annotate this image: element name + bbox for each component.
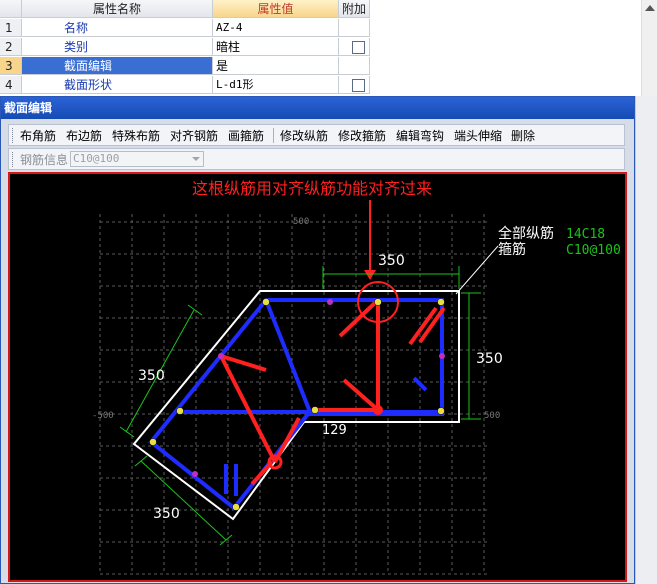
row-number: 3 (0, 57, 22, 75)
rebar-dot[interactable] (232, 503, 240, 511)
longitudinal-rebars (149, 298, 445, 511)
grid-row-3[interactable]: 3 截面编辑 是 (0, 57, 370, 76)
stirrup-label: 箍筋 (498, 241, 526, 258)
property-value[interactable]: 是 (213, 57, 339, 75)
grid-label-left: -500 (92, 411, 114, 421)
rebar-dot[interactable] (149, 438, 157, 446)
dimension-bottom: 350 (153, 506, 180, 522)
grid-row-1[interactable]: 1 名称 AZ-4 (0, 19, 370, 38)
tie-hook-dot (373, 405, 383, 415)
header-value[interactable]: 属性值 (213, 0, 339, 18)
header-extra[interactable]: 附加 (339, 0, 370, 18)
special-rebar-button[interactable]: 特殊布筋 (112, 128, 160, 144)
extra-cell (339, 57, 370, 75)
annotation-arrow-head-icon (364, 270, 376, 280)
grid-scrollbar[interactable] (641, 0, 657, 96)
dimension-left: 350 (138, 368, 165, 384)
rebar-dot[interactable] (262, 298, 270, 306)
property-value[interactable]: AZ-4 (213, 19, 339, 37)
extra-cell (339, 38, 370, 56)
grid-label-top: 500 (293, 217, 309, 227)
rebar-dot[interactable] (176, 407, 184, 415)
row-number: 1 (0, 19, 22, 37)
dimension-inner: 129 (322, 423, 347, 438)
align-rebar-button[interactable]: 对齐钢筋 (170, 128, 218, 144)
grid-label-right: 500 (484, 411, 500, 421)
extra-cell (339, 76, 370, 94)
modify-stirrup-button[interactable]: 修改箍筋 (338, 128, 386, 144)
property-name: 名称 (22, 19, 213, 37)
leader-line (455, 245, 499, 295)
edge-rebar-button[interactable]: 布边筋 (66, 128, 102, 144)
rebar-info-toolbar: 钢筋信息 C10@100 (8, 148, 625, 170)
corner-rebar-button[interactable]: 布角筋 (20, 128, 56, 144)
edit-toolbar: 布角筋 布边筋 特殊布筋 对齐钢筋 画箍筋 修改纵筋 修改箍筋 编辑弯钩 端头伸… (8, 124, 625, 146)
toolbar-grip-icon[interactable] (12, 152, 16, 167)
grid-row-4[interactable]: 4 截面形状 L-d1形 (0, 76, 370, 95)
all-longitudinal-label: 全部纵筋 (498, 225, 554, 242)
rebar-info-select[interactable]: C10@100 (70, 151, 204, 167)
property-value[interactable]: 暗柱 (213, 38, 339, 56)
chevron-down-icon[interactable] (192, 157, 200, 161)
rebar-dot-magenta[interactable] (327, 299, 333, 305)
stirrup-value: C10@100 (566, 243, 621, 258)
grid-row-2[interactable]: 2 类别 暗柱 (0, 38, 370, 57)
row-number: 2 (0, 38, 22, 56)
rebar-dot[interactable] (311, 406, 319, 414)
rebar-info-label: 钢筋信息 (20, 153, 69, 167)
section-edit-dialog: 截面编辑 布角筋 布边筋 特殊布筋 对齐钢筋 画箍筋 修改纵筋 修改箍筋 编辑弯… (0, 96, 635, 584)
property-name: 类别 (22, 38, 213, 56)
dimension-top: 350 (378, 253, 405, 269)
draw-stirrup-button[interactable]: 画箍筋 (228, 128, 264, 144)
extra-checkbox[interactable] (352, 79, 365, 92)
header-name[interactable]: 属性名称 (22, 0, 213, 18)
scroll-up-icon[interactable] (645, 5, 655, 11)
edit-hook-button[interactable]: 编辑弯钩 (396, 128, 444, 144)
toolbar-separator (273, 128, 274, 143)
property-name: 截面形状 (22, 76, 213, 94)
property-name: 截面编辑 (22, 57, 213, 75)
right-panel-scrollbar[interactable] (635, 96, 657, 584)
modify-longitudinal-button[interactable]: 修改纵筋 (280, 128, 328, 144)
extra-checkbox[interactable] (352, 41, 365, 54)
rebar-dot-magenta[interactable] (192, 471, 198, 477)
all-longitudinal-value: 14C18 (566, 227, 605, 242)
rebar-dot[interactable] (437, 407, 445, 415)
dimension-lines (119, 266, 481, 546)
toolbar-grip-icon[interactable] (12, 128, 16, 143)
dialog-title[interactable]: 截面编辑 (1, 97, 634, 119)
rebar-info-value: C10@100 (73, 152, 120, 165)
section-drawing[interactable]: 500 -500 500 这根纵筋用对齐纵筋功能对齐过来 全部纵筋 箍筋 14C… (10, 174, 625, 580)
rebar-dot-magenta[interactable] (439, 353, 445, 359)
delete-button[interactable]: 删除 (511, 128, 535, 144)
row-number: 4 (0, 76, 22, 94)
dimension-right: 350 (476, 351, 503, 367)
header-num (0, 0, 22, 18)
rebar-dot[interactable] (374, 298, 382, 306)
extra-cell (339, 19, 370, 37)
property-value[interactable]: L-d1形 (213, 76, 339, 94)
annotation-text: 这根纵筋用对齐纵筋功能对齐过来 (192, 179, 432, 198)
section-canvas[interactable]: 500 -500 500 这根纵筋用对齐纵筋功能对齐过来 全部纵筋 箍筋 14C… (8, 172, 627, 582)
grid-header: 属性名称 属性值 附加 (0, 0, 370, 19)
rebar-dot-magenta[interactable] (218, 353, 224, 359)
end-stretch-button[interactable]: 端头伸缩 (454, 128, 502, 144)
tie-bars (219, 298, 446, 486)
rebar-dot[interactable] (437, 298, 445, 306)
